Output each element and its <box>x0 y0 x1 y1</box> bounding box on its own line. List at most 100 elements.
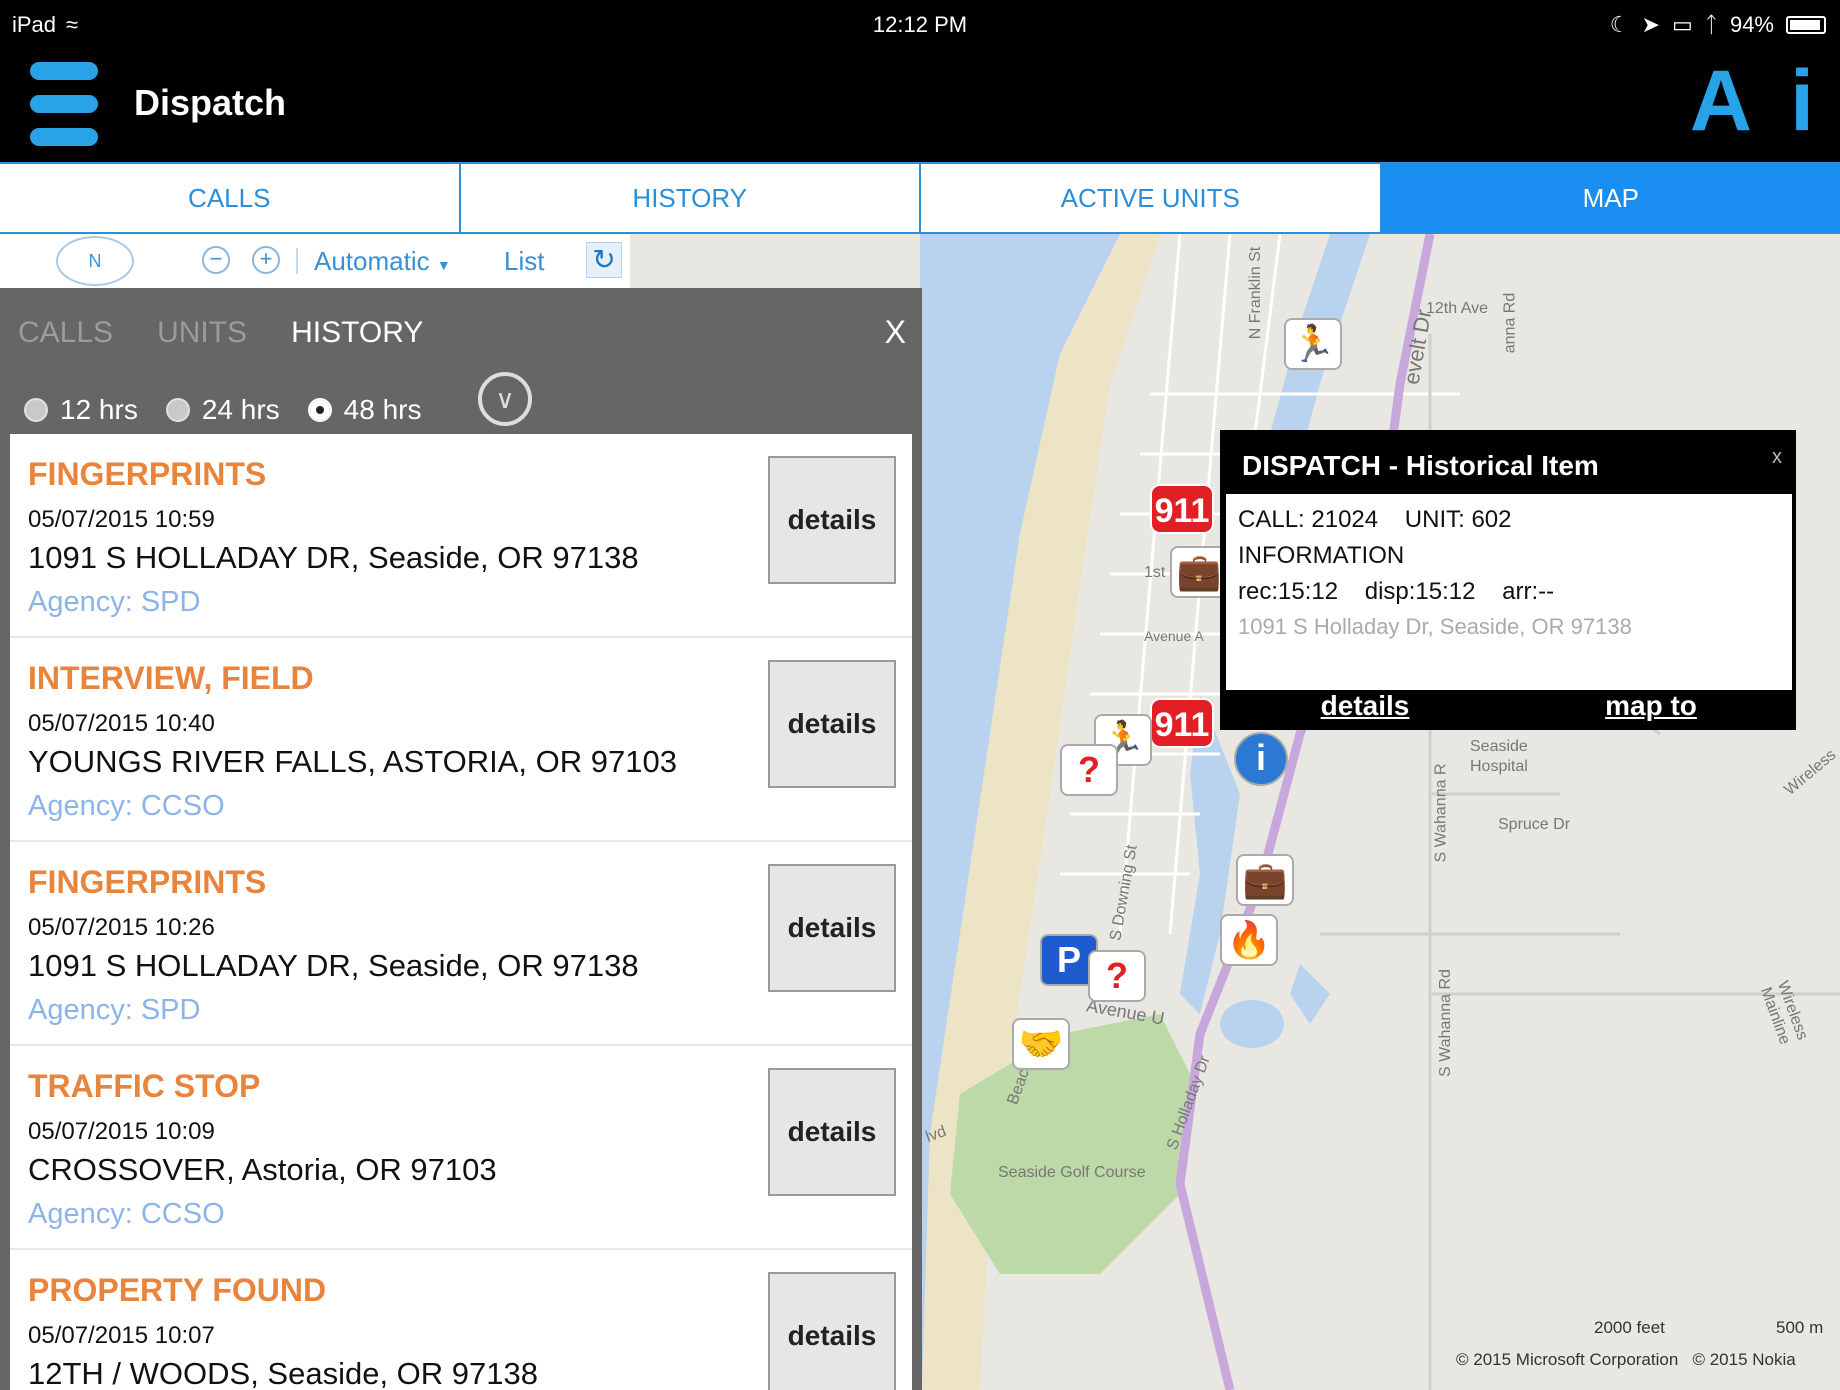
tab-active-units[interactable]: ACTIVE UNITS <box>921 164 1382 232</box>
marker-runner-icon[interactable]: 🏃 <box>1284 318 1342 370</box>
details-button[interactable]: details <box>768 864 896 992</box>
tab-map[interactable]: MAP <box>1381 164 1840 232</box>
marker-question-1[interactable]: ? <box>1060 744 1118 796</box>
airplay-icon: ▭ <box>1671 12 1693 37</box>
chevron-down-icon[interactable]: ∨ <box>478 372 532 426</box>
moon-icon: ☾ <box>1609 12 1630 37</box>
call-address: 1091 S HOLLADAY DR, Seaside, OR 97138 <box>28 948 639 983</box>
call-agency: Agency: SPD <box>28 586 201 618</box>
popup-close-button[interactable]: x <box>1772 446 1782 469</box>
refresh-icon[interactable]: ↻ <box>586 242 622 278</box>
map-label-wahanna2: S Wahanna Rd <box>1436 969 1454 1077</box>
details-button[interactable]: details <box>768 456 896 584</box>
app-header: Dispatch A i <box>0 52 1840 162</box>
call-type: FINGERPRINTS <box>28 864 267 900</box>
popup-actions: details map to <box>1222 690 1794 730</box>
copyright-microsoft: © 2015 Microsoft Corporation <box>1456 1350 1679 1369</box>
call-datetime: 05/07/2015 10:07 <box>28 1322 215 1349</box>
font-size-button[interactable]: A <box>1690 58 1752 144</box>
panel-tab-calls[interactable]: CALLS <box>18 316 113 350</box>
map-copyright: © 2015 Microsoft Corporation © 2015 Noki… <box>1456 1350 1796 1370</box>
bluetooth-icon: ᛏ <box>1704 12 1718 37</box>
panel-tab-units[interactable]: UNITS <box>157 316 247 350</box>
list-item[interactable]: FINGERPRINTS 05/07/2015 10:59 1091 S HOL… <box>10 434 912 638</box>
scale-feet: 2000 feet <box>1594 1318 1665 1337</box>
marker-911-1[interactable]: 911 <box>1150 484 1214 534</box>
battery-percent: 94% <box>1729 12 1774 37</box>
list-button[interactable]: List <box>504 246 544 277</box>
map-label-avenue-a: Avenue A <box>1144 628 1204 644</box>
popup-information: INFORMATION <box>1238 542 1405 569</box>
call-datetime: 05/07/2015 10:09 <box>28 1118 215 1145</box>
filter-48hrs[interactable]: 48 hrs <box>307 394 422 426</box>
mode-dropdown[interactable]: Automatic ▼ <box>314 246 451 277</box>
filter-label: 48 hrs <box>343 394 422 425</box>
filter-label: 24 hrs <box>201 394 280 425</box>
list-item[interactable]: TRAFFIC STOP 05/07/2015 10:09 CROSSOVER,… <box>10 1046 912 1250</box>
historical-item-popup: DISPATCH - Historical Item x CALL: 21024… <box>1220 430 1796 730</box>
filter-12hrs[interactable]: 12 hrs <box>24 394 138 426</box>
copyright-nokia: © 2015 Nokia <box>1692 1350 1796 1369</box>
mode-label: Automatic <box>314 246 430 276</box>
call-type: INTERVIEW, FIELD <box>28 660 314 696</box>
filter-label: 12 hrs <box>60 394 138 425</box>
map-toolbar: N − + Automatic ▼ List ↻ <box>0 234 630 288</box>
popup-map-to-link[interactable]: map to <box>1508 690 1794 730</box>
details-button[interactable]: details <box>768 1068 896 1196</box>
toolbar-divider <box>296 248 298 274</box>
details-button[interactable]: details <box>768 1272 896 1390</box>
map-label-wahanna1: S Wahanna R <box>1432 763 1450 863</box>
panel-tabs: CALLS UNITS HISTORY <box>18 316 423 350</box>
compass-icon[interactable]: N <box>56 236 134 286</box>
call-datetime: 05/07/2015 10:26 <box>28 914 215 941</box>
status-right: ☾ ➤ ▭ ᛏ 94% <box>1610 12 1826 38</box>
popup-title: DISPATCH - Historical Item <box>1242 450 1599 481</box>
call-type: PROPERTY FOUND <box>28 1272 327 1308</box>
call-address: 12TH / WOODS, Seaside, OR 97138 <box>28 1356 538 1390</box>
marker-question-2[interactable]: ? <box>1088 950 1146 1002</box>
zoom-in-icon[interactable]: + <box>252 246 280 274</box>
call-address: YOUNGS RIVER FALLS, ASTORIA, OR 97103 <box>28 744 677 779</box>
marker-toolbox-icon[interactable]: 💼 <box>1236 854 1294 906</box>
zoom-out-icon[interactable]: − <box>202 246 230 274</box>
popup-details-link[interactable]: details <box>1222 690 1508 730</box>
list-item[interactable]: FINGERPRINTS 05/07/2015 10:26 1091 S HOL… <box>10 842 912 1046</box>
radio-icon <box>24 398 48 422</box>
marker-handshake-icon[interactable]: 🤝 <box>1012 1018 1070 1070</box>
call-datetime: 05/07/2015 10:59 <box>28 506 215 533</box>
call-address: CROSSOVER, Astoria, OR 97103 <box>28 1152 497 1187</box>
menu-icon[interactable] <box>30 62 98 146</box>
panel-tab-history[interactable]: HISTORY <box>291 316 423 350</box>
map-label-franklin: N Franklin St <box>1247 246 1265 340</box>
list-item[interactable]: PROPERTY FOUND 05/07/2015 10:07 12TH / W… <box>10 1250 912 1390</box>
app-title: Dispatch <box>134 82 287 123</box>
filter-24hrs[interactable]: 24 hrs <box>165 394 280 426</box>
map-label-anna: anna Rd <box>1501 292 1519 354</box>
dropdown-caret-icon: ▼ <box>436 257 451 273</box>
details-button[interactable]: details <box>768 660 896 788</box>
popup-address: 1091 S Holladay Dr, Seaside, OR 97138 <box>1238 614 1632 639</box>
marker-info[interactable]: i <box>1234 732 1288 786</box>
history-panel: CALLS UNITS HISTORY X 12 hrs 24 hrs 48 h… <box>0 288 922 1390</box>
battery-icon <box>1786 16 1826 34</box>
map-label-12th: 12th Ave <box>1426 300 1488 317</box>
marker-911-2[interactable]: 911 <box>1150 698 1214 748</box>
map-label-hospital1: Seaside <box>1470 738 1528 755</box>
history-list[interactable]: FINGERPRINTS 05/07/2015 10:59 1091 S HOL… <box>10 434 912 1390</box>
popup-body: CALL: 21024 UNIT: 602 INFORMATION rec:15… <box>1226 494 1792 690</box>
scale-m: 500 m <box>1776 1318 1824 1337</box>
tab-calls[interactable]: CALLS <box>0 164 461 232</box>
tab-history[interactable]: HISTORY <box>461 164 921 232</box>
map-label-golf: Seaside Golf Course <box>998 1164 1146 1181</box>
call-agency: Agency: CCSO <box>28 790 225 822</box>
main-tabs: CALLS HISTORY ACTIVE UNITS MAP <box>0 162 1840 234</box>
radio-selected-icon <box>307 398 332 422</box>
list-item[interactable]: INTERVIEW, FIELD 05/07/2015 10:40 YOUNGS… <box>10 638 912 842</box>
status-bar: iPad ≈ 12:12 PM ☾ ➤ ▭ ᛏ 94% <box>0 0 1840 52</box>
battery-fill <box>1790 20 1820 30</box>
map-label-spruce: Spruce Dr <box>1498 816 1571 833</box>
marker-fire-icon[interactable]: 🔥 <box>1220 914 1278 966</box>
panel-close-button[interactable]: X <box>885 314 906 351</box>
time-filters: 12 hrs 24 hrs 48 hrs <box>24 394 421 426</box>
info-button[interactable]: i <box>1790 58 1814 144</box>
